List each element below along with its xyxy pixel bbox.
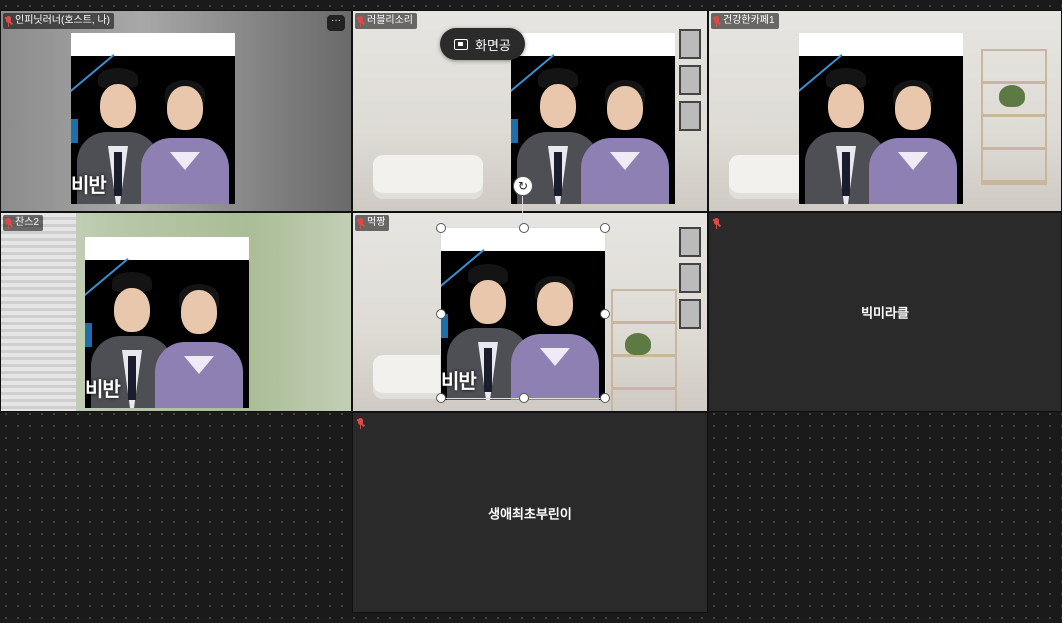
background-plant: [999, 85, 1025, 107]
photo-white-bar: [799, 33, 963, 56]
photo-person-woman: [581, 72, 669, 204]
background-frame: [679, 101, 701, 131]
participant-name-tag: 찬스2: [3, 215, 43, 231]
participant-tile-4[interactable]: 찬스2 비반: [0, 212, 352, 412]
participant-name: 먹짱: [367, 217, 386, 228]
background-frame: [679, 227, 701, 257]
participant-name-center: 빅미라클: [861, 305, 909, 321]
participant-name-tag: [711, 215, 724, 231]
photo-white-bar: [511, 33, 675, 56]
resize-handle-top[interactable]: [519, 223, 529, 233]
background-plant: [625, 333, 651, 355]
participant-name: 찬스2: [15, 217, 39, 228]
mic-off-icon: [4, 15, 14, 27]
resize-handle-bottom-left[interactable]: [436, 393, 446, 403]
participant-name-tag: 러블리소리: [355, 13, 417, 29]
participant-tile-6[interactable]: 빅미라클: [708, 212, 1062, 412]
screen-share-button[interactable]: 화면공: [440, 28, 525, 60]
overlay-photo[interactable]: [799, 33, 963, 204]
overlay-photo[interactable]: 비반: [85, 237, 249, 408]
overlay-photo[interactable]: 비반: [71, 33, 235, 204]
resize-handle-top-left[interactable]: [436, 223, 446, 233]
mic-off-icon: [356, 417, 366, 429]
rotate-icon[interactable]: ↻: [513, 176, 533, 196]
participant-name-tag: 건강한카페1: [711, 13, 779, 29]
photo-person-woman: [869, 72, 957, 204]
mic-off-icon: [4, 217, 14, 229]
rotate-connector: [522, 192, 523, 226]
background-frame: [679, 29, 701, 59]
background-frame: [679, 299, 701, 329]
photo-white-bar: [71, 33, 235, 56]
background-shelf: [981, 49, 1047, 185]
participant-name-center: 생애최초부린이: [488, 506, 572, 521]
background-frame: [679, 263, 701, 293]
participant-name: 러블리소리: [367, 15, 413, 26]
mic-off-icon: [356, 217, 366, 229]
participant-name: 건강한카페1: [723, 15, 775, 26]
participant-tile-3[interactable]: 건강한카페1: [708, 10, 1062, 212]
background-frame: [679, 65, 701, 95]
background-blinds: [1, 213, 76, 411]
participant-name-tag: 먹짱: [355, 215, 390, 231]
photo-person-woman: [155, 276, 243, 408]
resize-handle-left[interactable]: [436, 309, 446, 319]
participant-name: 인피닛러너(호스트, 나): [15, 15, 111, 26]
resize-handle-top-right[interactable]: [600, 223, 610, 233]
participant-name-tag: [355, 415, 368, 431]
photo-white-bar: [85, 237, 249, 260]
mic-off-icon: [712, 15, 722, 27]
mic-off-icon: [356, 15, 366, 27]
screen-share-icon: [454, 38, 468, 50]
overlay-photo[interactable]: [511, 33, 675, 204]
participant-tile-7[interactable]: 생애최초부린이: [352, 412, 708, 613]
background-sofa: [373, 155, 483, 199]
photo-person-woman: [141, 72, 229, 204]
photo-caption: 비반: [71, 175, 107, 197]
participant-tile-1[interactable]: 인피닛러너(호스트, 나) ··· 비반: [0, 10, 352, 212]
screen-share-label: 화면공: [475, 37, 511, 53]
resize-handle-bottom-right[interactable]: [600, 393, 610, 403]
mic-off-icon: [712, 217, 722, 229]
more-options-button[interactable]: ···: [327, 15, 345, 31]
resize-handle-bottom[interactable]: [519, 393, 529, 403]
photo-selection-box[interactable]: [436, 223, 610, 403]
photo-caption: 비반: [85, 379, 121, 401]
resize-handle-right[interactable]: [600, 309, 610, 319]
participant-name-tag: 인피닛러너(호스트, 나): [3, 13, 115, 29]
